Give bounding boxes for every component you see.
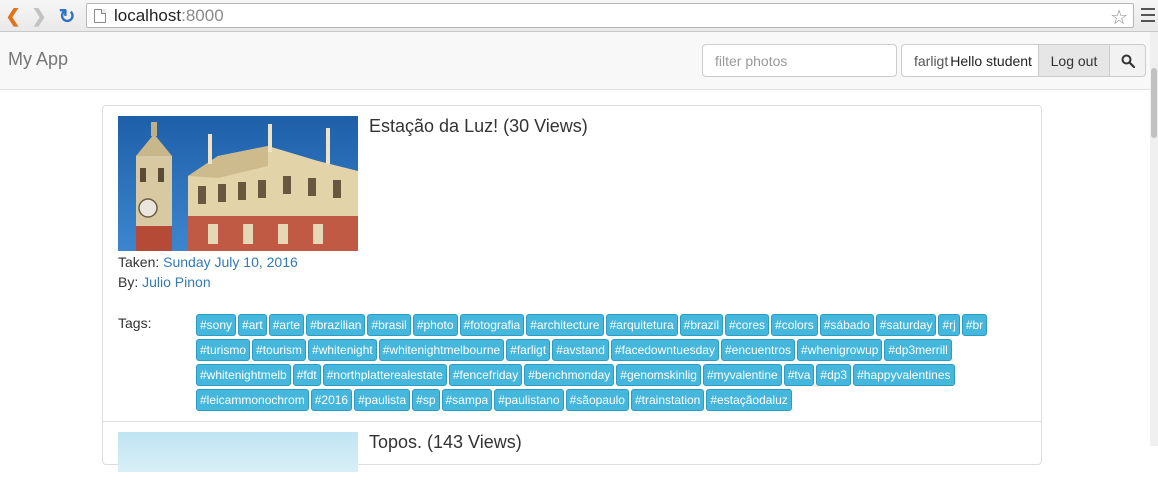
page-scrollbar[interactable] xyxy=(1150,32,1158,446)
tag-badge[interactable]: #fencefriday xyxy=(448,364,523,386)
tag-badge[interactable]: #br xyxy=(961,314,988,336)
tag-badge[interactable]: #sãopaulo xyxy=(565,389,629,411)
building-image xyxy=(118,116,358,251)
tag-badge[interactable]: #whitenight xyxy=(308,339,377,361)
tag-badge[interactable]: #leicammonochrom xyxy=(196,389,309,411)
photo-thumbnail[interactable] xyxy=(118,432,358,472)
tag-badge[interactable]: #art xyxy=(238,314,267,336)
page-icon xyxy=(94,8,106,23)
forward-arrow-icon[interactable]: ❯ xyxy=(28,5,50,27)
url-host: localhost xyxy=(114,5,182,25)
tag-badge[interactable]: #dp3merrill xyxy=(884,339,952,361)
search-icon xyxy=(1121,54,1135,68)
photo-item: Topos. (143 Views) xyxy=(103,422,1041,482)
tag-badge[interactable]: #paulista xyxy=(354,389,411,411)
search-value: farligt xyxy=(914,52,949,69)
tag-list: #sony #art #arte #brazilian #brasil #photo #fo… xyxy=(196,314,996,411)
tag-badge[interactable]: #whitenightmelbourne xyxy=(378,339,505,361)
tag-badge[interactable]: #encuentros xyxy=(720,339,796,361)
tag-badge[interactable]: #estaçãodaluz xyxy=(706,389,792,411)
tag-badge[interactable]: #tva xyxy=(783,364,815,386)
search-group: farligt Hello student Log out xyxy=(901,44,1146,77)
greeting-text: Hello student xyxy=(950,52,1032,69)
tag-badge[interactable]: #brazil xyxy=(679,314,724,336)
tag-badge[interactable]: #arte xyxy=(268,314,305,336)
tag-badge[interactable]: #trainstation xyxy=(630,389,705,411)
tag-badge[interactable]: #2016 xyxy=(310,389,353,411)
star-icon[interactable]: ☆ xyxy=(1110,5,1128,30)
tag-badge[interactable]: #sp xyxy=(412,389,440,411)
app-navbar: My App farligtHello student Log out xyxy=(0,32,1150,90)
tag-badge[interactable]: #benchmonday xyxy=(524,364,615,386)
tag-badge[interactable]: #cores xyxy=(725,314,770,336)
tag-badge[interactable]: #genomskinlig xyxy=(616,364,701,386)
tag-badge[interactable]: #happyvalentines xyxy=(853,364,955,386)
back-arrow-icon[interactable]: ❮ xyxy=(2,5,24,27)
tag-badge[interactable]: #northplatterealestate xyxy=(322,364,447,386)
tag-badge[interactable]: #saturday xyxy=(875,314,937,336)
reload-icon[interactable]: ↻ xyxy=(56,5,78,28)
filter-photos-input[interactable] xyxy=(702,44,897,77)
tag-badge[interactable]: #brazilian xyxy=(306,314,366,336)
tag-badge[interactable]: #arquitetura xyxy=(605,314,678,336)
tag-badge[interactable]: #fdt xyxy=(292,364,321,386)
tag-badge[interactable]: #paulistano xyxy=(494,389,564,411)
brand-link[interactable]: My App xyxy=(8,49,68,70)
tag-badge[interactable]: #sampa xyxy=(441,389,493,411)
tag-badge[interactable]: #avstand xyxy=(552,339,609,361)
hamburger-menu-icon[interactable] xyxy=(1141,6,1155,24)
photo-thumbnail[interactable] xyxy=(118,116,358,251)
tag-badge[interactable]: #colors xyxy=(771,314,818,336)
taken-date-link[interactable]: Sunday July 10, 2016 xyxy=(163,254,298,270)
tag-badge[interactable]: #rj xyxy=(938,314,960,336)
tag-badge[interactable]: #tourism xyxy=(252,339,307,361)
taken-line: Taken: Sunday July 10, 2016 xyxy=(118,254,298,270)
tag-badge[interactable]: #fotografia xyxy=(459,314,525,336)
tag-badge[interactable]: #brasil xyxy=(367,314,411,336)
author-link[interactable]: Julio Pinon xyxy=(142,274,211,290)
tag-badge[interactable]: #myvalentine xyxy=(702,364,782,386)
tag-badge[interactable]: #farligt xyxy=(506,339,551,361)
photo-title[interactable]: Topos. (143 Views) xyxy=(369,432,522,453)
tags-label: Tags: xyxy=(118,315,152,331)
taken-label: Taken: xyxy=(118,254,160,270)
url-port: :8000 xyxy=(181,5,224,25)
address-bar[interactable]: localhost:8000 ☆ xyxy=(86,3,1134,30)
tag-badge[interactable]: #facedowntuesday xyxy=(610,339,719,361)
photo-title[interactable]: Estação da Luz! (30 Views) xyxy=(369,116,588,137)
photo-list: Estação da Luz! (30 Views) Taken: Sunday… xyxy=(102,105,1042,472)
search-input[interactable]: farligt Hello student xyxy=(901,44,1038,77)
scrollbar-thumb[interactable] xyxy=(1151,68,1157,138)
tag-badge[interactable]: #photo xyxy=(412,314,458,336)
tag-badge[interactable]: #whitenightmelb xyxy=(196,364,291,386)
logout-button[interactable]: Log out xyxy=(1038,44,1110,77)
browser-toolbar: ❮ ❯ ↻ localhost:8000 ☆ xyxy=(0,0,1158,32)
photo-item: Estação da Luz! (30 Views) Taken: Sunday… xyxy=(103,106,1041,422)
tag-badge[interactable]: #sony xyxy=(196,314,237,336)
tag-badge[interactable]: #whenigrowup xyxy=(797,339,883,361)
search-button[interactable] xyxy=(1110,44,1146,77)
tag-badge[interactable]: #turismo xyxy=(196,339,251,361)
author-line: By: Julio Pinon xyxy=(118,274,211,290)
tag-badge[interactable]: #sábado xyxy=(819,314,874,336)
tag-badge[interactable]: #dp3 xyxy=(816,364,852,386)
tag-badge[interactable]: #architecture xyxy=(526,314,604,336)
by-label: By: xyxy=(118,274,139,290)
